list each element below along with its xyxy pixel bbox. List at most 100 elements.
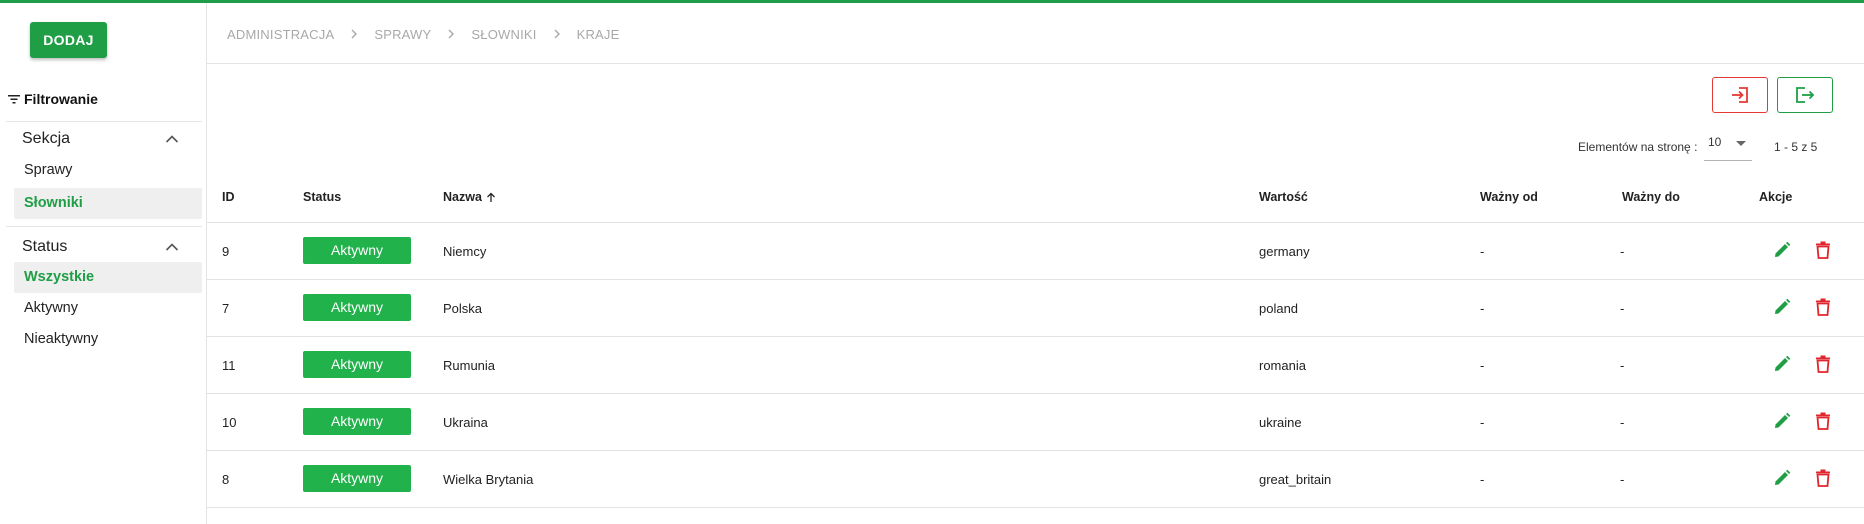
cell-id: 9 bbox=[222, 244, 230, 259]
delete-button[interactable] bbox=[1812, 296, 1834, 318]
cell-valid-from: - bbox=[1480, 358, 1485, 373]
cell-value: ukraine bbox=[1259, 415, 1302, 430]
divider bbox=[6, 121, 202, 122]
edit-button[interactable] bbox=[1771, 353, 1793, 375]
cell-valid-from: - bbox=[1480, 415, 1485, 430]
cell-valid-from: - bbox=[1480, 301, 1485, 316]
pagination-range: 1 - 5 z 5 bbox=[1774, 140, 1818, 154]
trash-icon bbox=[1816, 241, 1830, 259]
sort-arrow-up-icon bbox=[486, 192, 495, 202]
row-divider bbox=[207, 450, 1864, 451]
cell-valid-to: - bbox=[1620, 358, 1625, 373]
filter-label: Filtrowanie bbox=[24, 91, 98, 107]
import-button[interactable] bbox=[1712, 77, 1768, 113]
row-divider bbox=[207, 222, 1864, 223]
dropdown-caret-icon bbox=[1736, 141, 1746, 146]
top-accent-bar bbox=[0, 0, 1864, 3]
sidebar-item-slowniki[interactable]: Słowniki bbox=[14, 188, 202, 219]
section-title-sekcja[interactable]: Sekcja bbox=[22, 130, 70, 148]
section-title-status[interactable]: Status bbox=[22, 238, 67, 256]
edit-button[interactable] bbox=[1771, 239, 1793, 261]
per-page-label: Elementów na stronę : bbox=[1578, 140, 1698, 154]
add-button[interactable]: DODAJ bbox=[30, 22, 107, 58]
column-header-id[interactable]: ID bbox=[222, 190, 235, 204]
chevron-up-icon[interactable] bbox=[165, 242, 179, 252]
export-icon bbox=[1796, 87, 1815, 103]
row-divider bbox=[207, 507, 1864, 508]
cell-valid-from: - bbox=[1480, 244, 1485, 259]
per-page-value: 10 bbox=[1708, 135, 1722, 149]
delete-button[interactable] bbox=[1812, 353, 1834, 375]
cell-name: Rumunia bbox=[443, 358, 496, 373]
sidebar-item-nieaktywny[interactable]: Nieaktywny bbox=[14, 324, 202, 355]
chevron-right-icon bbox=[351, 29, 358, 39]
cell-value: poland bbox=[1259, 301, 1299, 316]
cell-valid-to: - bbox=[1620, 244, 1625, 259]
divider bbox=[207, 63, 1864, 64]
status-badge: Aktywny bbox=[303, 408, 411, 435]
cell-valid-to: - bbox=[1620, 472, 1625, 487]
chevron-right-icon bbox=[448, 29, 455, 39]
breadcrumb-item-sprawy[interactable]: SPRAWY bbox=[374, 27, 431, 42]
chevron-right-icon bbox=[554, 29, 560, 39]
export-button[interactable] bbox=[1777, 77, 1833, 113]
sidebar: DODAJ Filtrowanie Sekcja Sprawy Słowniki… bbox=[0, 3, 207, 524]
pencil-icon bbox=[1775, 298, 1791, 314]
cell-valid-from: - bbox=[1480, 472, 1485, 487]
cell-value: great_britain bbox=[1259, 472, 1332, 487]
divider bbox=[6, 226, 202, 227]
row-divider bbox=[207, 393, 1864, 394]
delete-button[interactable] bbox=[1812, 239, 1834, 261]
column-header-name-label: Nazwa bbox=[443, 190, 482, 204]
column-header-actions: Akcje bbox=[1759, 190, 1793, 204]
breadcrumb-item-slowniki[interactable]: SŁOWNIKI bbox=[471, 27, 536, 42]
pencil-icon bbox=[1775, 412, 1791, 428]
status-badge: Aktywny bbox=[303, 294, 411, 321]
cell-id: 10 bbox=[222, 415, 237, 430]
pencil-icon bbox=[1775, 355, 1791, 371]
cell-name: Wielka Brytania bbox=[443, 472, 534, 487]
sidebar-item-sprawy[interactable]: Sprawy bbox=[14, 155, 202, 186]
row-divider bbox=[207, 336, 1864, 337]
column-header-valid-to[interactable]: Ważny do bbox=[1622, 190, 1680, 204]
cell-value: romania bbox=[1259, 358, 1306, 373]
pencil-icon bbox=[1775, 469, 1791, 485]
trash-icon bbox=[1816, 412, 1830, 430]
cell-valid-to: - bbox=[1620, 415, 1625, 430]
per-page-select[interactable]: 10 bbox=[1704, 133, 1752, 161]
cell-name: Niemcy bbox=[443, 244, 487, 259]
status-badge: Aktywny bbox=[303, 465, 411, 492]
cell-id: 11 bbox=[222, 358, 236, 373]
breadcrumb-item-kraje: KRAJE bbox=[576, 26, 620, 42]
sidebar-item-aktywny[interactable]: Aktywny bbox=[14, 293, 202, 324]
edit-button[interactable] bbox=[1771, 296, 1793, 318]
cell-name: Ukraina bbox=[443, 415, 488, 430]
pencil-icon bbox=[1775, 241, 1791, 257]
status-badge: Aktywny bbox=[303, 237, 411, 264]
row-divider bbox=[207, 279, 1864, 280]
trash-icon bbox=[1816, 355, 1830, 373]
delete-button[interactable] bbox=[1812, 410, 1834, 432]
column-header-name[interactable]: Nazwa bbox=[443, 190, 496, 204]
cell-id: 7 bbox=[222, 301, 230, 316]
import-icon bbox=[1732, 87, 1748, 103]
cell-value: germany bbox=[1259, 244, 1310, 259]
delete-button[interactable] bbox=[1812, 467, 1834, 489]
edit-button[interactable] bbox=[1771, 410, 1793, 432]
cell-valid-to: - bbox=[1620, 301, 1625, 316]
cell-name: Polska bbox=[443, 301, 483, 316]
cell-id: 8 bbox=[222, 472, 230, 487]
trash-icon bbox=[1816, 298, 1830, 316]
breadcrumb-item-administracja[interactable]: ADMINISTRACJA bbox=[227, 27, 334, 42]
breadcrumb: ADMINISTRACJA SPRAWY SŁOWNIKI KRAJE bbox=[227, 25, 619, 43]
filter-header: Filtrowanie bbox=[7, 88, 202, 110]
column-header-status[interactable]: Status bbox=[303, 190, 341, 204]
edit-button[interactable] bbox=[1771, 467, 1793, 489]
sidebar-item-wszystkie[interactable]: Wszystkie bbox=[14, 262, 202, 293]
status-badge: Aktywny bbox=[303, 351, 411, 378]
column-header-valid-from[interactable]: Ważny od bbox=[1480, 190, 1538, 204]
column-header-value[interactable]: Wartość bbox=[1259, 190, 1308, 204]
chevron-up-icon[interactable] bbox=[165, 134, 179, 144]
filter-icon bbox=[8, 95, 20, 104]
trash-icon bbox=[1816, 469, 1830, 487]
